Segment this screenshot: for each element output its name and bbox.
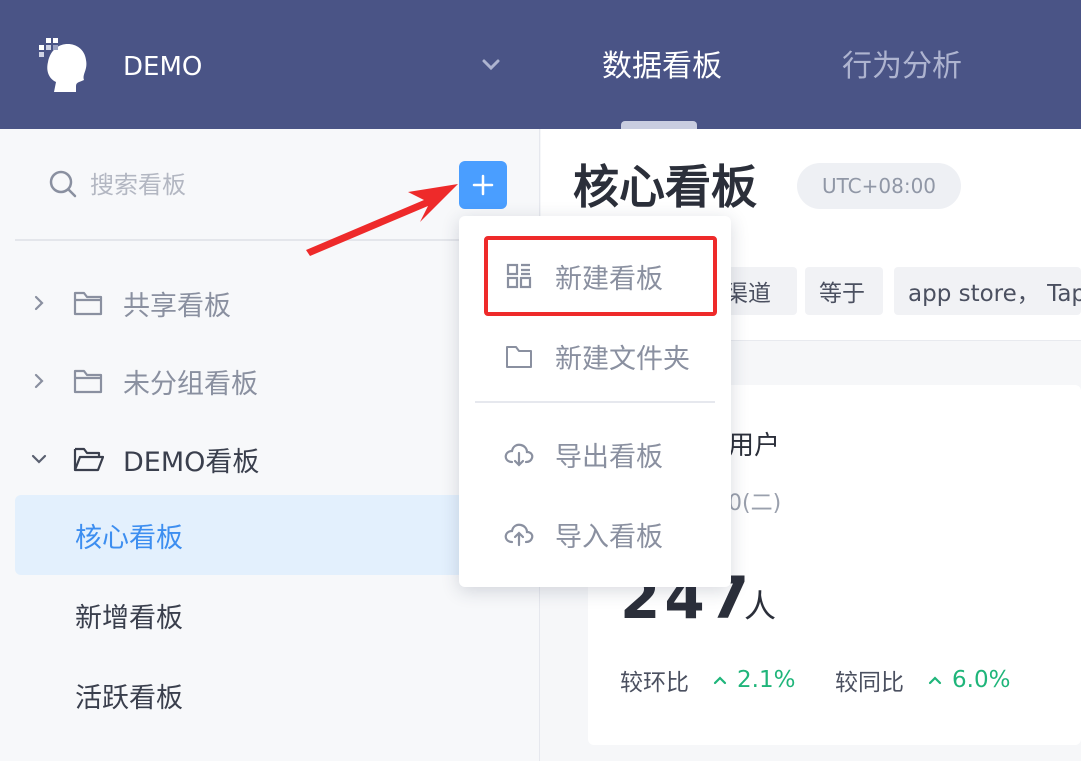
chevron-right-icon[interactable] bbox=[30, 294, 48, 312]
cloud-download-icon bbox=[504, 443, 534, 467]
folder-icon bbox=[73, 369, 103, 394]
active-tab-indicator bbox=[621, 121, 697, 129]
tree-folder-label: 共享看板 bbox=[123, 290, 231, 322]
sidebar-item-new-board[interactable]: 新增看板 bbox=[15, 575, 540, 655]
menu-item-label: 新建文件夹 bbox=[555, 343, 690, 375]
top-bar: DEMO 数据看板 行为分析 bbox=[0, 0, 1081, 129]
menu-item-export-board[interactable]: 导出看板 bbox=[459, 414, 731, 494]
menu-item-label: 导入看板 bbox=[555, 521, 663, 553]
filter-chip-value[interactable]: app store， Tapta bbox=[894, 267, 1081, 315]
chevron-down-icon[interactable] bbox=[480, 56, 502, 74]
stat-value: 6.0% bbox=[952, 667, 1011, 693]
page-title: 核心看板 bbox=[573, 160, 757, 214]
arrow-up-icon bbox=[713, 676, 727, 685]
tree-folder-label: 未分组看板 bbox=[123, 368, 258, 400]
search-icon bbox=[49, 170, 77, 198]
folder-icon bbox=[73, 291, 103, 316]
highlight-box bbox=[484, 236, 717, 316]
arrow-up-icon bbox=[928, 676, 942, 685]
metric-unit: 人 bbox=[744, 587, 777, 625]
filter-chip-operator[interactable]: 等于 bbox=[805, 267, 883, 315]
timezone-badge[interactable]: UTC+08:00 bbox=[797, 163, 961, 209]
menu-divider bbox=[475, 401, 715, 403]
chevron-right-icon[interactable] bbox=[30, 372, 48, 390]
tree-folder-label: DEMO看板 bbox=[123, 446, 260, 478]
sidebar-item-active-board[interactable]: 活跃看板 bbox=[15, 655, 540, 735]
logo-icon bbox=[39, 38, 87, 92]
folder-icon bbox=[506, 346, 532, 368]
annotation-arrow-icon bbox=[306, 184, 458, 256]
stat-mom: 较环比 2.1% bbox=[620, 663, 795, 697]
cloud-upload-icon bbox=[504, 523, 534, 547]
folder-open-icon bbox=[73, 447, 104, 472]
menu-item-label: 导出看板 bbox=[555, 441, 663, 473]
menu-item-import-board[interactable]: 导入看板 bbox=[459, 494, 731, 574]
tab-behavior-analysis[interactable]: 行为分析 bbox=[842, 46, 962, 88]
menu-item-new-folder[interactable]: 新建文件夹 bbox=[459, 316, 731, 396]
stat-label: 较同比 bbox=[835, 670, 904, 696]
stat-label: 较环比 bbox=[620, 670, 689, 696]
chevron-down-icon[interactable] bbox=[30, 450, 48, 468]
stat-value: 2.1% bbox=[737, 667, 796, 693]
metric-date: 0(二) bbox=[728, 491, 782, 516]
tab-data-board[interactable]: 数据看板 bbox=[602, 46, 722, 88]
app-name[interactable]: DEMO bbox=[123, 50, 202, 84]
metric-title: 用户 bbox=[728, 431, 781, 461]
stat-yoy: 较同比 6.0% bbox=[835, 663, 1010, 697]
